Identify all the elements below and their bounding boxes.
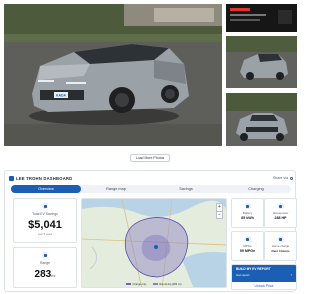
- savings-value: $5,041: [28, 219, 62, 231]
- map-zoom-controls: + −: [216, 203, 223, 219]
- savings-card: Total EV Savings $5,041 over 5 years: [13, 198, 77, 243]
- horsepower-value: 288 HP: [274, 216, 287, 220]
- share-label: Share via: [272, 176, 288, 180]
- tab-charging[interactable]: Charging: [221, 185, 291, 193]
- range-unit: mi: [51, 273, 56, 278]
- legend-item-charge-only: Charge only: [126, 283, 146, 286]
- dashboard-logo-icon: [9, 176, 14, 181]
- savings-icon: [42, 203, 48, 209]
- thumbnail-3[interactable]: [226, 93, 297, 146]
- range-number: 283: [34, 269, 52, 280]
- ev-report-title: BUILD MY EV REPORT: [236, 267, 271, 271]
- range-value: 283mi: [14, 269, 76, 280]
- ev-report-panel: BUILD MY EV REPORT Get report › Unlock P…: [231, 264, 297, 290]
- home-charge-card: Home charge Over 4 Hours: [264, 231, 297, 261]
- vehicle-location-marker: [154, 245, 158, 249]
- share-icon: [290, 176, 293, 180]
- mpge-label: MPGe: [243, 244, 252, 248]
- horsepower-card: Horsepower 288 HP: [264, 198, 297, 228]
- zoom-in-button[interactable]: +: [217, 204, 222, 211]
- ev-report-header[interactable]: BUILD MY EV REPORT Get report ›: [232, 265, 296, 282]
- range-icon: [42, 252, 48, 258]
- tab-overview[interactable]: Overview: [11, 185, 81, 193]
- range-card: Range 283mi: [13, 247, 77, 288]
- map-legend: Charge only Round-trip (283 mi): [82, 283, 226, 286]
- thumbnail-2[interactable]: [226, 36, 297, 88]
- range-map[interactable]: + − Charge only Round-trip (283 mi): [81, 198, 227, 288]
- tab-range-map[interactable]: Range map: [81, 185, 151, 193]
- ev-dashboard: LEE TROHN DASHBOARD Share via Overview R…: [4, 170, 297, 292]
- load-more-photos-button[interactable]: Load More Photos: [130, 154, 170, 162]
- battery-label: Battery: [242, 211, 253, 215]
- dealer-plate-text: KADA: [56, 94, 67, 98]
- savings-period: over 5 years: [37, 233, 53, 236]
- photo-gallery: KADA: [0, 0, 300, 148]
- horsepower-label: Horsepower: [272, 211, 289, 215]
- unlock-price-button[interactable]: Unlock Price: [232, 282, 296, 289]
- legend-item-round-trip: Round-trip (283 mi): [153, 283, 182, 286]
- home-charge-label: Home charge: [271, 244, 290, 248]
- efficiency-icon: [244, 236, 251, 242]
- zoom-out-button[interactable]: −: [217, 211, 222, 218]
- range-label: Range: [40, 261, 50, 265]
- arrow-right-icon: ›: [290, 272, 292, 277]
- savings-label: Total EV Savings: [32, 212, 58, 216]
- mpge-card: MPGe 99 MPGe: [231, 231, 264, 261]
- thumbnail-1[interactable]: [226, 4, 297, 32]
- engine-icon: [277, 203, 284, 209]
- dashboard-title: LEE TROHN DASHBOARD: [16, 176, 73, 181]
- battery-value: 85 kWh: [241, 216, 254, 220]
- battery-card: Battery 85 kWh: [231, 198, 264, 228]
- home-charge-value: Over 4 Hours: [271, 249, 290, 253]
- main-vehicle-photo[interactable]: KADA: [4, 4, 222, 146]
- share-button[interactable]: Share via: [273, 176, 293, 180]
- tab-savings[interactable]: Savings: [151, 185, 221, 193]
- mpge-value: 99 MPGe: [239, 249, 256, 253]
- plug-icon: [277, 236, 284, 242]
- ev-report-subtitle: Get report: [236, 273, 250, 277]
- battery-icon: [244, 203, 251, 209]
- dashboard-tabs: Overview Range map Savings Charging: [11, 185, 291, 193]
- dashboard-header: LEE TROHN DASHBOARD Share via: [9, 175, 293, 183]
